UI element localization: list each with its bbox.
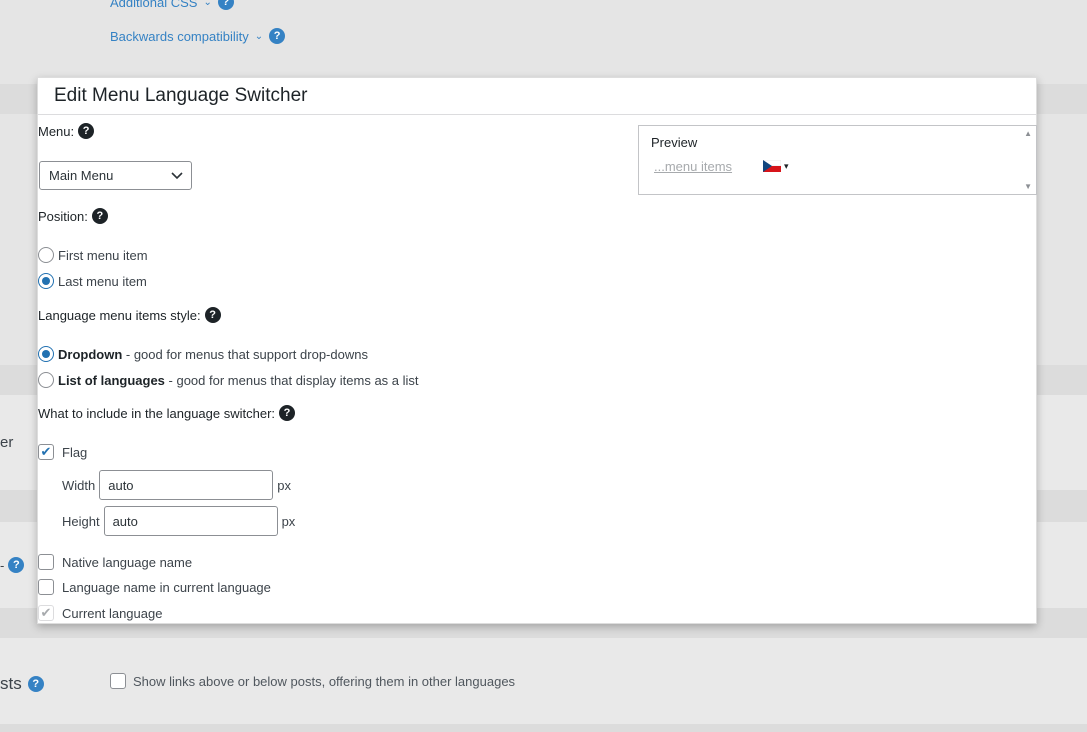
preview-menu-items-link[interactable]: ...menu items <box>654 159 732 174</box>
flag-checkbox[interactable]: ✔ <box>38 444 54 460</box>
current-lang-name-checkbox[interactable] <box>38 579 54 595</box>
menu-select-value: Main Menu <box>49 168 114 183</box>
help-icon[interactable]: ? <box>217 0 234 10</box>
native-name-option[interactable]: Native language name <box>38 554 192 570</box>
position-last-label: Last menu item <box>58 273 147 289</box>
additional-css-link[interactable]: Additional CSS ⌄ ? <box>110 0 234 10</box>
style-label: Language menu items style: ? <box>38 307 221 323</box>
height-label: Height <box>62 513 100 529</box>
backwards-compat-link[interactable]: Backwards compatibility ⌄ ? <box>110 28 286 44</box>
dialog-body: Menu: ? Main Menu Position: ? First menu… <box>38 115 1037 623</box>
include-label: What to include in the language switcher… <box>38 405 296 421</box>
edit-menu-language-switcher-dialog: Edit Menu Language Switcher Menu: ? Main… <box>37 77 1037 624</box>
help-icon[interactable]: ? <box>204 307 221 323</box>
style-dropdown-option[interactable]: Dropdown - good for menus that support d… <box>38 346 368 362</box>
current-language-checkbox: ✔ <box>38 605 54 621</box>
scroll-up-icon[interactable]: ▲ <box>1024 129 1032 138</box>
style-list-radio[interactable] <box>38 372 54 388</box>
style-label-text: Language menu items style: <box>38 307 201 323</box>
posts-label-text: sts <box>0 674 22 693</box>
current-lang-name-label: Language name in current language <box>62 579 271 595</box>
help-icon[interactable]: ? <box>279 405 296 421</box>
flag-option[interactable]: ✔ Flag <box>38 444 87 460</box>
bg-label-fragment: - ? <box>0 557 25 573</box>
help-icon[interactable]: ? <box>269 28 286 44</box>
position-label-text: Position: <box>38 208 88 224</box>
menu-select[interactable]: Main Menu <box>39 161 192 190</box>
style-list-desc: - good for menus that display items as a… <box>164 372 419 388</box>
position-label: Position: ? <box>38 208 108 224</box>
height-row: Height auto px <box>62 506 295 536</box>
bg-label-fragment: er <box>0 434 14 451</box>
native-name-label: Native language name <box>62 554 193 570</box>
dialog-title: Edit Menu Language Switcher <box>38 78 1036 115</box>
native-name-checkbox[interactable] <box>38 554 54 570</box>
show-links-option[interactable]: Show links above or below posts, offerin… <box>110 673 515 689</box>
position-first-radio[interactable] <box>38 247 54 263</box>
current-language-label: Current language <box>62 605 163 621</box>
style-dropdown-desc: - good for menus that support drop-downs <box>122 346 368 362</box>
bg-fragment-text: - <box>0 557 5 573</box>
position-last-option[interactable]: Last menu item <box>38 273 147 289</box>
chevron-down-icon: ⌄ <box>203 0 212 8</box>
position-first-option[interactable]: First menu item <box>38 247 148 263</box>
chevron-down-icon: ⌄ <box>254 30 264 42</box>
width-unit: px <box>277 477 291 493</box>
style-list-text: List of languages - good for menus that … <box>58 373 419 388</box>
additional-css-label: Additional CSS <box>110 0 198 10</box>
height-input[interactable]: auto <box>103 506 278 536</box>
include-label-text: What to include in the language switcher… <box>38 405 276 421</box>
style-list-option[interactable]: List of languages - good for menus that … <box>38 372 419 388</box>
posts-label: sts ? <box>0 674 44 694</box>
current-lang-name-option[interactable]: Language name in current language <box>38 579 271 595</box>
position-last-radio[interactable] <box>38 273 54 289</box>
help-icon[interactable]: ? <box>27 676 44 692</box>
style-dropdown-text: Dropdown - good for menus that support d… <box>58 347 368 362</box>
help-icon[interactable]: ? <box>78 123 95 139</box>
preview-language-dropdown[interactable]: ▾ <box>763 160 789 172</box>
width-input[interactable]: auto <box>99 470 274 500</box>
preview-box: Preview ...menu items ▾ ▲ ▼ <box>638 125 1037 195</box>
chevron-down-icon <box>171 171 183 179</box>
style-dropdown-radio[interactable] <box>38 346 54 362</box>
help-icon[interactable]: ? <box>8 557 25 573</box>
show-links-checkbox[interactable] <box>110 673 126 689</box>
style-dropdown-bold: Dropdown <box>58 346 123 362</box>
scroll-down-icon[interactable]: ▼ <box>1024 182 1032 191</box>
current-language-option: ✔ Current language <box>38 605 162 621</box>
show-links-label: Show links above or below posts, offerin… <box>133 673 516 689</box>
preview-title: Preview <box>651 135 698 150</box>
bg-band <box>0 724 1087 732</box>
czech-flag-icon <box>763 160 781 172</box>
menu-label-text: Menu: <box>38 123 75 139</box>
menu-label: Menu: ? <box>38 123 95 139</box>
backwards-compat-label: Backwards compatibility <box>110 28 249 44</box>
help-icon[interactable]: ? <box>91 208 108 224</box>
width-row: Width auto px <box>62 470 291 500</box>
caret-down-icon: ▾ <box>784 160 789 171</box>
height-unit: px <box>281 513 296 529</box>
width-label: Width <box>62 477 96 493</box>
style-list-bold: List of languages <box>58 372 165 388</box>
position-first-label: First menu item <box>58 247 148 263</box>
flag-label: Flag <box>62 444 88 460</box>
